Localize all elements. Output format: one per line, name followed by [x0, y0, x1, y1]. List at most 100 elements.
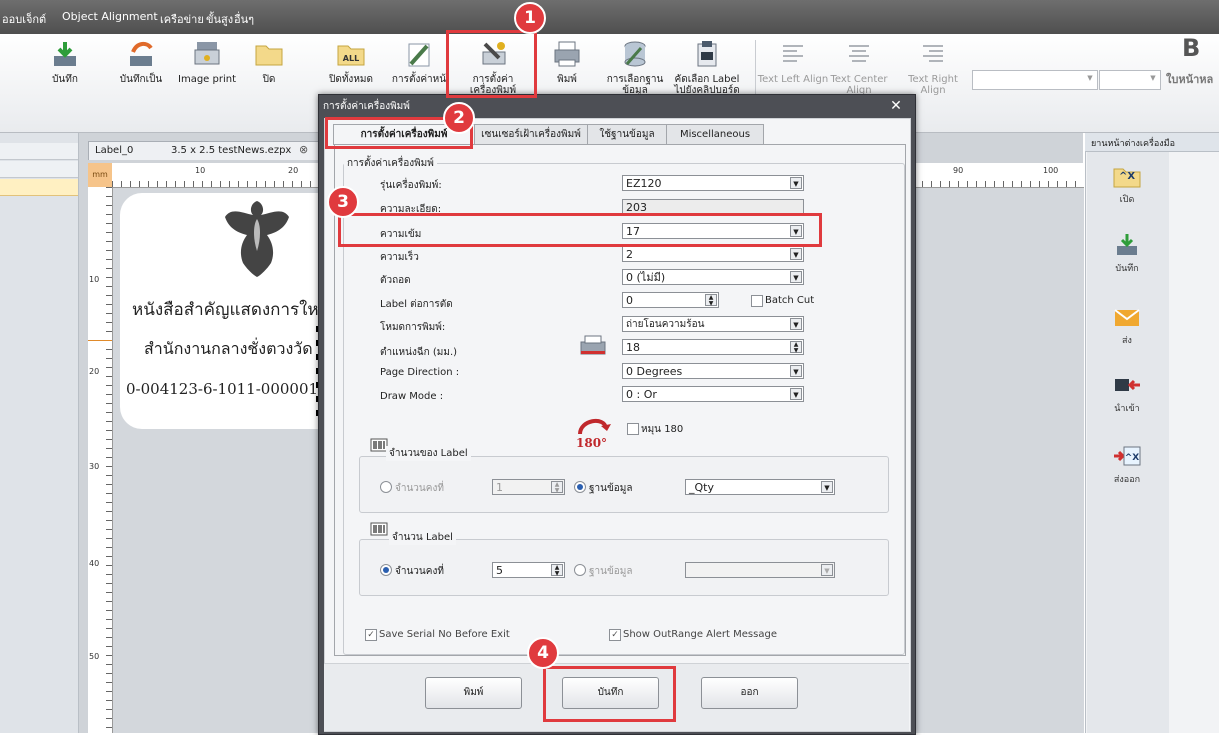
chevron-down-icon: ▼	[790, 177, 802, 189]
rotate-180-checkbox[interactable]	[627, 423, 639, 435]
close-button[interactable]: ปิด	[232, 38, 306, 102]
export-button[interactable]: ^X ส่งออก	[1097, 443, 1157, 486]
toolbar-label: บันทึก	[52, 74, 78, 85]
menu-item-object[interactable]: ออบเจ็กต์	[2, 10, 46, 28]
svg-text:^X: ^X	[1125, 453, 1140, 463]
ruler-tick: 30	[89, 462, 100, 471]
label-per-cut-value: 0	[626, 294, 633, 307]
copy-label-clipboard-button[interactable]: คัดเลือก Label ไปยังคลิปบอร์ด	[670, 38, 744, 102]
show-outrange-label: Show OutRange Alert Message	[623, 629, 777, 640]
toolbar-label: พิมพ์	[557, 74, 577, 85]
close-all-button[interactable]: ALL ปิดทั้งหมด	[314, 38, 388, 102]
bold-button[interactable]: B	[1182, 34, 1200, 62]
copies-database-label: ฐานข้อมูล	[589, 566, 633, 577]
menu-item-advanced[interactable]: ขั้นสูง	[206, 10, 233, 28]
save-as-icon	[130, 41, 153, 66]
label-per-cut-label: Label ต่อการตัด	[380, 299, 453, 310]
text-left-align-button[interactable]: Text Left Align	[756, 38, 830, 102]
rotate-degrees-text: 180°	[576, 436, 608, 450]
copies-group-title: จำนวน Label	[389, 530, 456, 545]
label-text-line[interactable]: สำนักงานกลางชั่งตวงวัด	[144, 337, 313, 362]
copies-constant-value: 5	[496, 564, 503, 577]
ruler-tick: 90	[953, 166, 964, 175]
batch-cut-checkbox[interactable]	[751, 295, 763, 307]
print-dialog-button[interactable]: พิมพ์	[425, 677, 522, 709]
copies-database-radio[interactable]	[574, 564, 586, 576]
highlight-box-save	[543, 666, 676, 722]
document-tab[interactable]: Label_0 3.5 x 2.5 testNews.ezpx ⊗	[88, 141, 320, 160]
speed-select[interactable]: 2 ▼	[622, 246, 804, 262]
qty-database-radio[interactable]	[574, 481, 586, 493]
draw-mode-select[interactable]: 0 : Or ▼	[622, 386, 804, 402]
font-name-select[interactable]: ▼	[972, 70, 1098, 90]
qty-constant-stepper[interactable]: 1 ▲ ▼	[492, 479, 565, 495]
label-text-line[interactable]: หนังสือสำคัญแสดงการให	[132, 296, 319, 323]
folder-icon	[255, 45, 283, 66]
label-text-line[interactable]: 0-004123-6-1011-000001-66	[126, 380, 342, 398]
tab-use-database[interactable]: ใช้ฐานข้อมูล	[587, 124, 667, 145]
tab-miscellaneous[interactable]: Miscellaneous	[666, 124, 764, 145]
text-right-align-button[interactable]: Text Right Align	[896, 38, 970, 102]
copies-database-select[interactable]: ▼	[685, 562, 835, 578]
left-panel-row[interactable]	[0, 161, 78, 178]
save-serial-checkbox[interactable]: ✓	[365, 629, 377, 641]
send-button[interactable]: ส่ง	[1097, 304, 1157, 347]
right-panel-title: ยานหน้าต่างเครื่องมือ	[1091, 139, 1175, 149]
tear-position-stepper[interactable]: 18 ▲ ▼	[622, 339, 804, 355]
ruler-unit-button[interactable]: mm	[88, 163, 112, 187]
page-setup-button[interactable]: การตั้งค่าหน้	[382, 38, 456, 102]
right-save-button[interactable]: บันทึก	[1097, 232, 1157, 275]
align-center-icon	[849, 45, 869, 62]
spin-arrows-icon[interactable]: ▲ ▼	[551, 564, 563, 577]
print-mode-select[interactable]: ถ่ายโอนความร้อน ▼	[622, 316, 804, 332]
close-tab-icon[interactable]: ⊗	[299, 143, 308, 156]
step-badge-1: 1	[514, 2, 546, 34]
document-tab-size: 3.5 x 2.5 testNews.ezpx	[171, 145, 292, 156]
copies-constant-stepper[interactable]: 5 ▲ ▼	[492, 562, 565, 578]
open-button[interactable]: ^X เปิด	[1097, 163, 1157, 206]
printer-model-select[interactable]: EZ120 ▼	[622, 175, 804, 191]
show-outrange-checkbox[interactable]: ✓	[609, 629, 621, 641]
qty-constant-value: 1	[496, 481, 503, 494]
menu-item-object-alignment[interactable]: Object Alignment	[62, 10, 158, 23]
open-icon: ^X	[1113, 168, 1141, 188]
toolbar-label: การเลือกฐานข้อมูล	[606, 74, 664, 96]
select-database-button[interactable]: การเลือกฐานข้อมูล	[598, 38, 672, 102]
vertical-ruler: 10 20 30 40 50	[88, 187, 113, 733]
exit-dialog-button[interactable]: ออก	[701, 677, 798, 709]
save-button[interactable]: บันทึก	[28, 38, 102, 102]
printer-icon	[554, 41, 580, 67]
print-button[interactable]: พิมพ์	[530, 38, 604, 102]
cursor-guide-line	[88, 340, 112, 341]
spin-arrows-icon[interactable]: ▲ ▼	[705, 294, 717, 307]
menu-item-network[interactable]: เครือข่าย	[160, 10, 204, 28]
label-per-cut-stepper[interactable]: 0 ▲ ▼	[622, 292, 719, 308]
dialog-close-button[interactable]: ✕	[886, 98, 906, 116]
spin-arrows-icon[interactable]: ▲ ▼	[551, 481, 563, 494]
spin-arrows-icon[interactable]: ▲ ▼	[790, 341, 802, 354]
menu-item-other[interactable]: อื่นๆ	[234, 10, 254, 28]
left-panel-row-selected[interactable]	[0, 179, 78, 196]
text-center-align-button[interactable]: Text Center Align	[822, 38, 896, 102]
save-as-button[interactable]: บันทึกเป็น	[104, 38, 178, 102]
ruler-tick: 20	[288, 166, 299, 175]
qty-database-select[interactable]: _Qty ▼	[685, 479, 835, 495]
image-print-icon	[194, 42, 220, 65]
highlight-box-darkness	[338, 213, 822, 247]
page-setup-icon	[408, 43, 430, 67]
left-panel-row[interactable]	[0, 143, 78, 160]
barcode-icon	[370, 522, 388, 536]
copies-constant-radio[interactable]	[380, 564, 392, 576]
right-panel-label: ส่ง	[1122, 336, 1132, 346]
import-button[interactable]: นำเข้า	[1097, 372, 1157, 415]
chevron-down-icon: ▼	[790, 318, 802, 330]
ruler-tick: 40	[89, 559, 100, 568]
tab-sensor[interactable]: เซนเซอร์เฝ้าเครื่องพิมพ์	[474, 124, 588, 145]
svg-text:ALL: ALL	[343, 54, 359, 63]
cutter-select[interactable]: 0 (ไม่มี) ▼	[622, 269, 804, 285]
page-direction-select[interactable]: 0 Degrees ▼	[622, 363, 804, 379]
qty-constant-radio[interactable]	[380, 481, 392, 493]
font-size-select[interactable]: ▼	[1099, 70, 1161, 90]
chevron-down-icon: ▼	[1150, 74, 1156, 82]
save-icon	[1117, 234, 1137, 255]
